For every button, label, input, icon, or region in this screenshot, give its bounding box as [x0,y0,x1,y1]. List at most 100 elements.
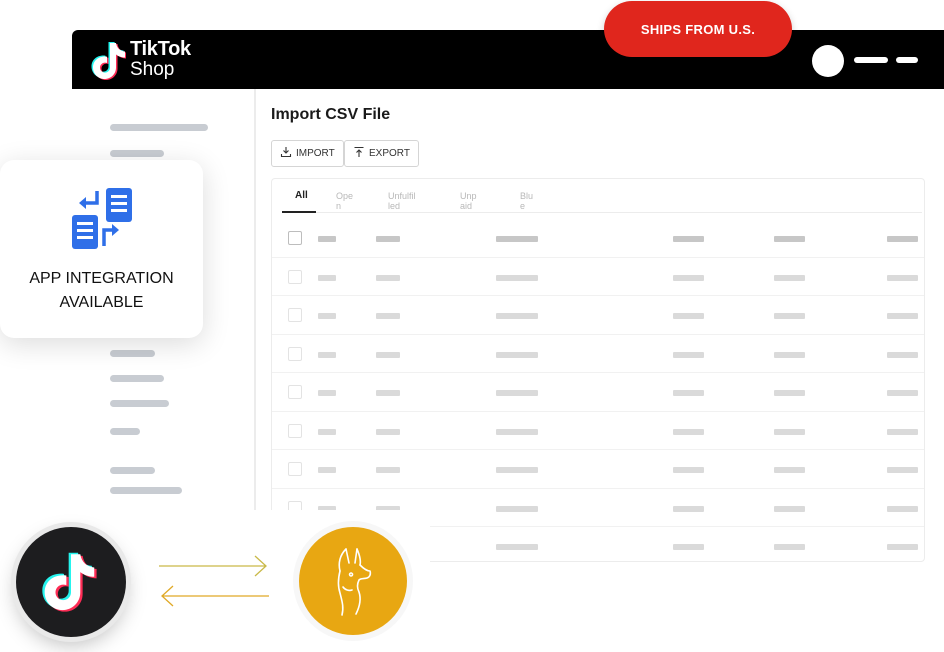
two-way-arrows-icon [155,550,273,612]
app-integration-line-1: APP INTEGRATION [29,270,174,287]
cell-placeholder [376,274,400,281]
row-checkbox[interactable] [288,385,302,399]
table-row[interactable] [272,450,924,489]
cell-placeholder [887,428,918,435]
tab-blue[interactable]: Blu e [520,191,540,211]
table-row[interactable] [272,373,924,412]
tab-divider [282,212,922,213]
column-header-placeholder [376,236,400,242]
cell-placeholder [496,390,538,396]
cell-placeholder [774,274,805,281]
cell-placeholder [887,544,918,550]
row-checkbox[interactable] [288,269,302,284]
cell-placeholder [887,505,918,512]
cell-placeholder [887,274,918,281]
orders-table: All Ope n Unfulfil led Unp aid Blu e [271,178,925,562]
column-header-placeholder [318,236,336,242]
cell-placeholder [376,313,400,319]
cell-placeholder [318,313,336,319]
row-checkbox[interactable] [288,346,302,361]
cell-placeholder [774,544,805,550]
table-row[interactable] [272,296,924,335]
cell-placeholder [496,351,538,358]
cell-placeholder [774,313,805,319]
cell-placeholder [774,467,805,473]
tiktok-note-icon [90,37,127,81]
cell-placeholder [496,544,538,550]
menu-placeholder-bar[interactable] [896,57,918,63]
import-button[interactable]: IMPORT [271,140,344,167]
table-header-row [272,219,924,258]
tab-unfulfilled[interactable]: Unfulfil led [388,191,428,211]
download-icon [280,146,292,161]
app-integration-line-2: AVAILABLE [59,294,144,311]
cell-placeholder [887,467,918,473]
cell-placeholder [318,467,336,473]
cell-placeholder [774,390,805,396]
tiktok-shop-logo[interactable]: TikTok Shop [90,36,206,82]
cell-placeholder [496,505,538,512]
column-header-placeholder [887,236,918,242]
cell-placeholder [376,351,400,358]
cell-placeholder [318,274,336,281]
cell-placeholder [673,505,704,512]
cell-placeholder [774,428,805,435]
cell-placeholder [887,313,918,319]
cell-placeholder [496,313,538,319]
cell-placeholder [673,274,704,281]
tab-open[interactable]: Ope n [336,191,358,211]
table-row[interactable] [272,335,924,373]
cell-placeholder [673,467,704,473]
logo-line-1: TikTok [130,38,191,60]
cell-placeholder [774,505,805,512]
cell-placeholder [673,428,704,435]
sidebar-item-placeholder[interactable] [110,124,208,131]
cell-placeholder [318,428,336,435]
row-checkbox[interactable] [288,308,302,322]
cell-placeholder [318,351,336,358]
cell-placeholder [673,390,704,396]
user-avatar[interactable] [812,45,844,77]
import-label: IMPORT [296,148,335,159]
cell-placeholder [376,390,400,396]
table-row[interactable] [272,412,924,450]
sidebar-item-placeholder[interactable] [110,487,182,494]
ships-from-us-badge: SHIPS FROM U.S. [604,1,792,57]
row-checkbox[interactable] [288,462,302,476]
tab-all[interactable]: All [295,191,308,201]
sidebar-item-placeholder[interactable] [110,467,155,474]
sidebar-item-placeholder[interactable] [110,428,140,435]
cell-placeholder [673,313,704,319]
sidebar-item-placeholder[interactable] [110,375,164,382]
active-tab-indicator [282,211,316,213]
marketing-graphic: TikTok Shop Import CSV File IMPORT EXPOR… [0,0,944,652]
column-header-placeholder [496,236,538,242]
cell-placeholder [673,544,704,550]
app-integration-card: APP INTEGRATION AVAILABLE [0,160,203,338]
cell-placeholder [376,428,400,435]
sidebar-item-placeholder[interactable] [110,150,164,157]
cell-placeholder [673,351,704,358]
cell-placeholder [496,467,538,473]
upload-icon [353,146,365,161]
cell-placeholder [318,390,336,396]
sidebar-item-placeholder[interactable] [110,400,169,407]
tiktok-logo-icon [16,527,126,637]
tab-unpaid[interactable]: Unp aid [460,191,482,211]
export-label: EXPORT [369,148,410,159]
table-row[interactable] [272,258,924,296]
select-all-checkbox[interactable] [288,231,302,245]
sync-documents-icon [70,188,134,250]
logo-line-2: Shop [130,59,175,80]
cell-placeholder [496,428,538,435]
dog-logo-icon [299,527,407,635]
column-header-placeholder [774,236,805,242]
app-integration-text: APP INTEGRATION AVAILABLE [0,267,203,315]
sidebar-item-placeholder[interactable] [110,350,155,357]
menu-placeholder-bar[interactable] [854,57,888,63]
row-checkbox[interactable] [288,423,302,438]
logo-wordmark: TikTok Shop [130,39,191,79]
column-header-placeholder [673,236,704,242]
export-button[interactable]: EXPORT [344,140,419,167]
cell-placeholder [887,390,918,396]
